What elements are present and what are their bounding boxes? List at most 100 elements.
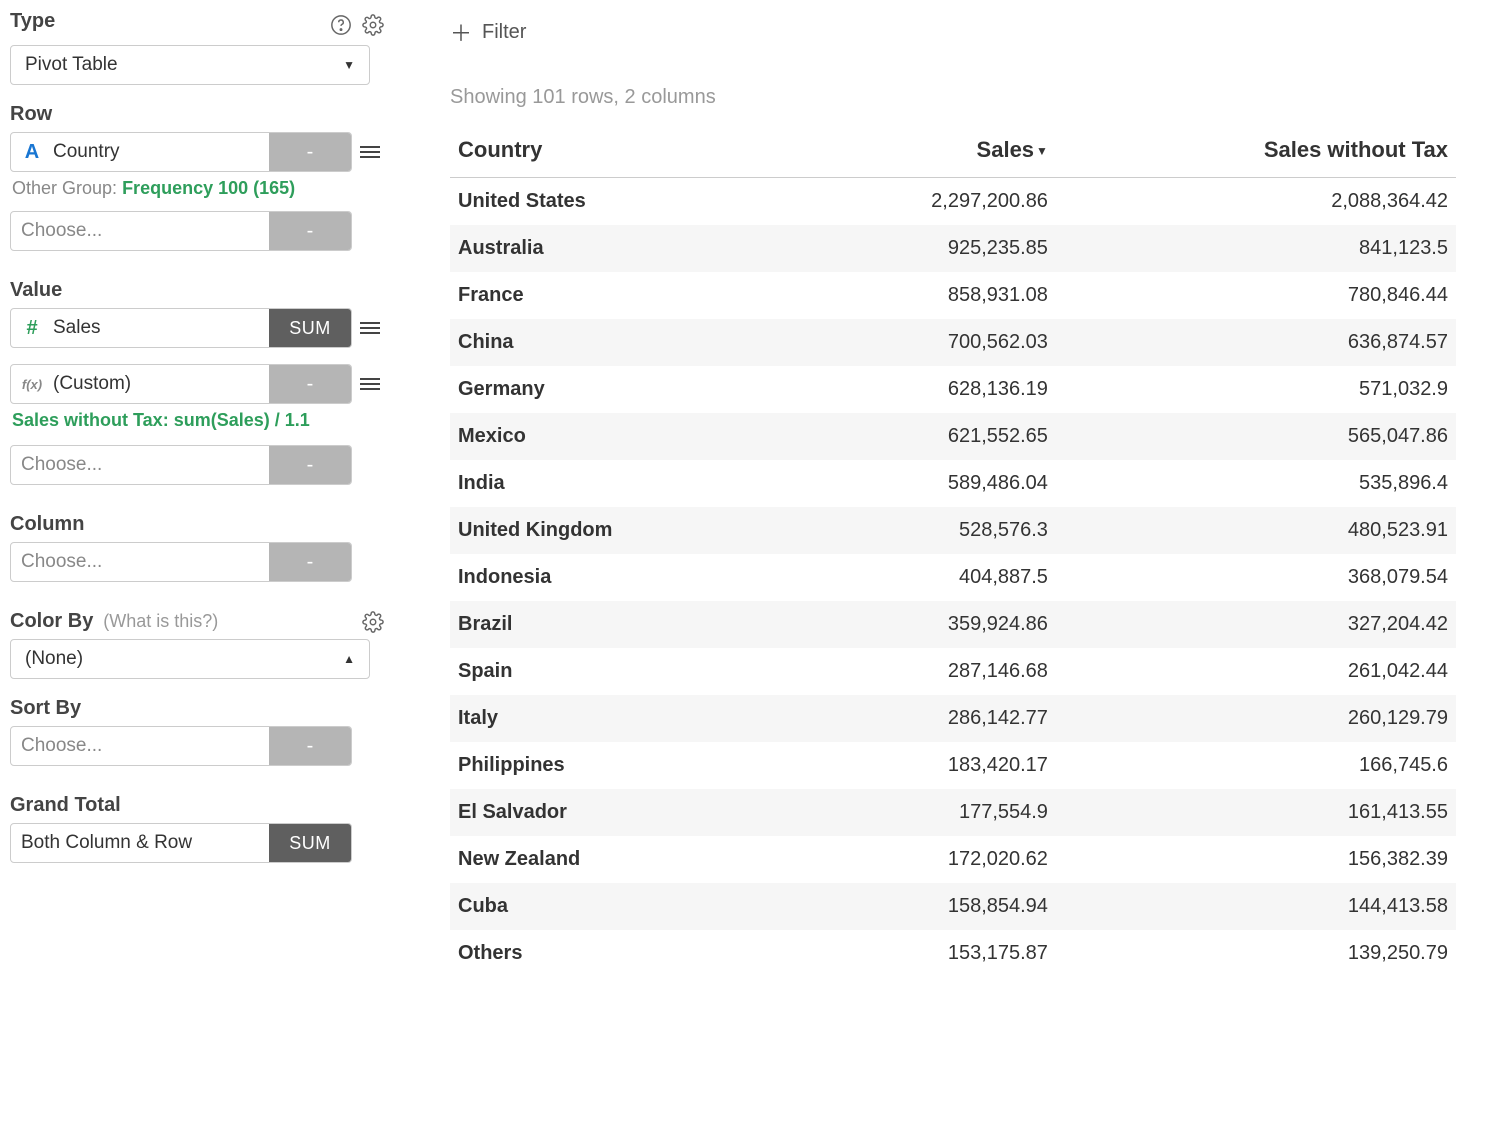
- cell-sales-no-tax: 144,413.58: [1056, 883, 1456, 930]
- cell-sales-no-tax: 368,079.54: [1056, 554, 1456, 601]
- type-select[interactable]: Pivot Table ▼: [10, 45, 370, 85]
- cell-sales-no-tax: 780,846.44: [1056, 272, 1456, 319]
- number-type-icon: #: [21, 317, 43, 339]
- sortby-badge[interactable]: -: [269, 727, 351, 765]
- cell-country: United States: [450, 178, 791, 226]
- cell-sales: 700,562.03: [791, 319, 1056, 366]
- cell-sales: 172,020.62: [791, 836, 1056, 883]
- cell-sales-no-tax: 2,088,364.42: [1056, 178, 1456, 226]
- choose-placeholder: Choose...: [21, 551, 102, 573]
- choose-placeholder: Choose...: [21, 454, 102, 476]
- value-field-custom[interactable]: f(x) (Custom) -: [10, 364, 352, 404]
- value-add-field[interactable]: Choose... -: [10, 445, 352, 485]
- table-row: Mexico621,552.65565,047.86: [450, 413, 1456, 460]
- sortby-label: Sort By: [10, 697, 384, 720]
- cell-sales-no-tax: 841,123.5: [1056, 225, 1456, 272]
- cell-country: Others: [450, 930, 791, 977]
- add-filter-button[interactable]: ＋ Filter: [450, 16, 1456, 48]
- cell-country: Australia: [450, 225, 791, 272]
- table-row: Cuba158,854.94144,413.58: [450, 883, 1456, 930]
- column-add-badge[interactable]: -: [269, 543, 351, 581]
- caret-down-icon: ▼: [343, 58, 355, 72]
- header-sales[interactable]: Sales▼: [791, 127, 1056, 178]
- row-add-badge[interactable]: -: [269, 212, 351, 250]
- cell-sales: 589,486.04: [791, 460, 1056, 507]
- grandtotal-select[interactable]: Both Column & Row SUM: [10, 823, 352, 863]
- help-icon[interactable]: [330, 14, 352, 36]
- cell-sales: 528,576.3: [791, 507, 1056, 554]
- cell-sales: 858,931.08: [791, 272, 1056, 319]
- cell-country: Italy: [450, 695, 791, 742]
- column-add-field[interactable]: Choose... -: [10, 542, 352, 582]
- table-row: Philippines183,420.17166,745.6: [450, 742, 1456, 789]
- table-row: El Salvador177,554.9161,413.55: [450, 789, 1456, 836]
- drag-handle-icon[interactable]: [360, 374, 380, 394]
- colorby-select[interactable]: (None) ▲: [10, 639, 370, 679]
- header-sales-no-tax[interactable]: Sales without Tax: [1056, 127, 1456, 178]
- table-row: Germany628,136.19571,032.9: [450, 366, 1456, 413]
- value-label: Value: [10, 279, 384, 302]
- value-field-sales[interactable]: # Sales SUM: [10, 308, 352, 348]
- plus-icon: ＋: [450, 16, 472, 48]
- table-row: Spain287,146.68261,042.44: [450, 648, 1456, 695]
- cell-sales: 925,235.85: [791, 225, 1056, 272]
- cell-sales-no-tax: 636,874.57: [1056, 319, 1456, 366]
- type-value: Pivot Table: [25, 54, 118, 76]
- colorby-hint[interactable]: (What is this?): [103, 611, 218, 631]
- cell-sales: 359,924.86: [791, 601, 1056, 648]
- gear-icon[interactable]: [362, 611, 384, 633]
- cell-sales: 628,136.19: [791, 366, 1056, 413]
- sort-desc-icon: ▼: [1036, 144, 1048, 158]
- cell-sales-no-tax: 261,042.44: [1056, 648, 1456, 695]
- cell-sales: 621,552.65: [791, 413, 1056, 460]
- sortby-select[interactable]: Choose... -: [10, 726, 352, 766]
- type-label: Type: [10, 10, 55, 33]
- table-row: Indonesia404,887.5368,079.54: [450, 554, 1456, 601]
- pivot-table: Country Sales▼ Sales without Tax United …: [450, 127, 1456, 977]
- custom-formula: Sales without Tax: sum(Sales) / 1.1: [12, 410, 384, 431]
- grandtotal-value: Both Column & Row: [21, 832, 192, 854]
- row-field-agg-badge[interactable]: -: [269, 133, 351, 171]
- drag-handle-icon[interactable]: [360, 142, 380, 162]
- choose-placeholder: Choose...: [21, 735, 102, 757]
- cell-sales-no-tax: 166,745.6: [1056, 742, 1456, 789]
- cell-country: Indonesia: [450, 554, 791, 601]
- header-country[interactable]: Country: [450, 127, 791, 178]
- row-field-name: Country: [53, 141, 120, 163]
- gear-icon[interactable]: [362, 14, 384, 36]
- cell-country: Spain: [450, 648, 791, 695]
- value-field-agg-badge[interactable]: -: [269, 365, 351, 403]
- row-other-group: Other Group: Frequency 100 (165): [12, 178, 384, 199]
- row-add-field[interactable]: Choose... -: [10, 211, 352, 251]
- cell-sales: 2,297,200.86: [791, 178, 1056, 226]
- cell-country: Mexico: [450, 413, 791, 460]
- cell-sales: 177,554.9: [791, 789, 1056, 836]
- grandtotal-label: Grand Total: [10, 794, 384, 817]
- table-row: United Kingdom528,576.3480,523.91: [450, 507, 1456, 554]
- cell-sales-no-tax: 161,413.55: [1056, 789, 1456, 836]
- table-row: United States2,297,200.862,088,364.42: [450, 178, 1456, 226]
- text-type-icon: A: [21, 141, 43, 163]
- cell-sales: 153,175.87: [791, 930, 1056, 977]
- cell-sales: 158,854.94: [791, 883, 1056, 930]
- choose-placeholder: Choose...: [21, 220, 102, 242]
- row-field-country[interactable]: A Country -: [10, 132, 352, 172]
- value-add-badge[interactable]: -: [269, 446, 351, 484]
- cell-country: France: [450, 272, 791, 319]
- drag-handle-icon[interactable]: [360, 318, 380, 338]
- caret-up-icon: ▲: [343, 652, 355, 666]
- cell-sales-no-tax: 480,523.91: [1056, 507, 1456, 554]
- value-field-agg-badge[interactable]: SUM: [269, 309, 351, 347]
- cell-sales-no-tax: 535,896.4: [1056, 460, 1456, 507]
- value-field-name: Sales: [53, 317, 101, 339]
- cell-sales: 286,142.77: [791, 695, 1056, 742]
- cell-country: China: [450, 319, 791, 366]
- cell-country: New Zealand: [450, 836, 791, 883]
- grandtotal-badge[interactable]: SUM: [269, 824, 351, 862]
- cell-sales-no-tax: 571,032.9: [1056, 366, 1456, 413]
- cell-sales-no-tax: 260,129.79: [1056, 695, 1456, 742]
- cell-country: Cuba: [450, 883, 791, 930]
- table-row: Brazil359,924.86327,204.42: [450, 601, 1456, 648]
- config-sidebar: Type Pivot Table ▼ Row A Country - Other…: [10, 10, 390, 1142]
- cell-sales: 404,887.5: [791, 554, 1056, 601]
